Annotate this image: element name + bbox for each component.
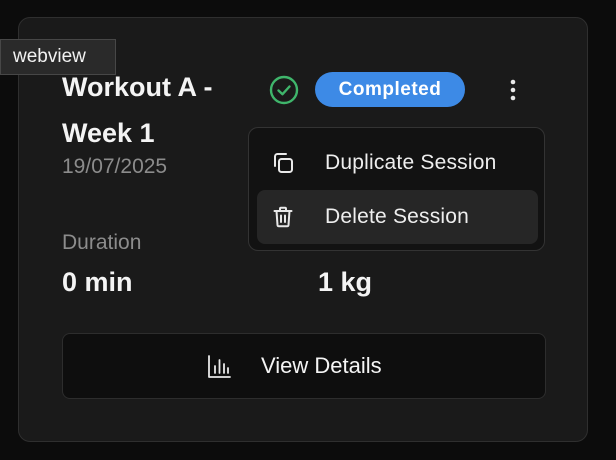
session-title: Workout A - Week 1 — [62, 72, 213, 148]
duration-label: Duration — [62, 231, 142, 254]
duplicate-session-menu-item[interactable]: Duplicate Session — [257, 136, 538, 190]
duplicate-session-label: Duplicate Session — [325, 151, 497, 174]
status-badge: Completed — [315, 72, 465, 107]
bar-chart-icon — [208, 355, 231, 378]
copy-icon — [274, 153, 293, 173]
duration-value: 0 min — [62, 267, 133, 297]
webview-label: webview — [0, 39, 116, 75]
weight-value: 1 kg — [318, 267, 373, 297]
session-options-menu: Duplicate Session Delete Session — [248, 127, 545, 251]
view-details-label: View Details — [261, 353, 382, 378]
delete-session-menu-item[interactable]: Delete Session — [257, 190, 538, 244]
check-circle-icon — [269, 75, 299, 105]
delete-session-label: Delete Session — [325, 205, 470, 228]
more-options-icon[interactable] — [500, 74, 526, 106]
session-date: 19/07/2025 — [62, 155, 168, 178]
view-details-button[interactable]: View Details — [62, 333, 546, 399]
trash-icon — [273, 206, 293, 228]
